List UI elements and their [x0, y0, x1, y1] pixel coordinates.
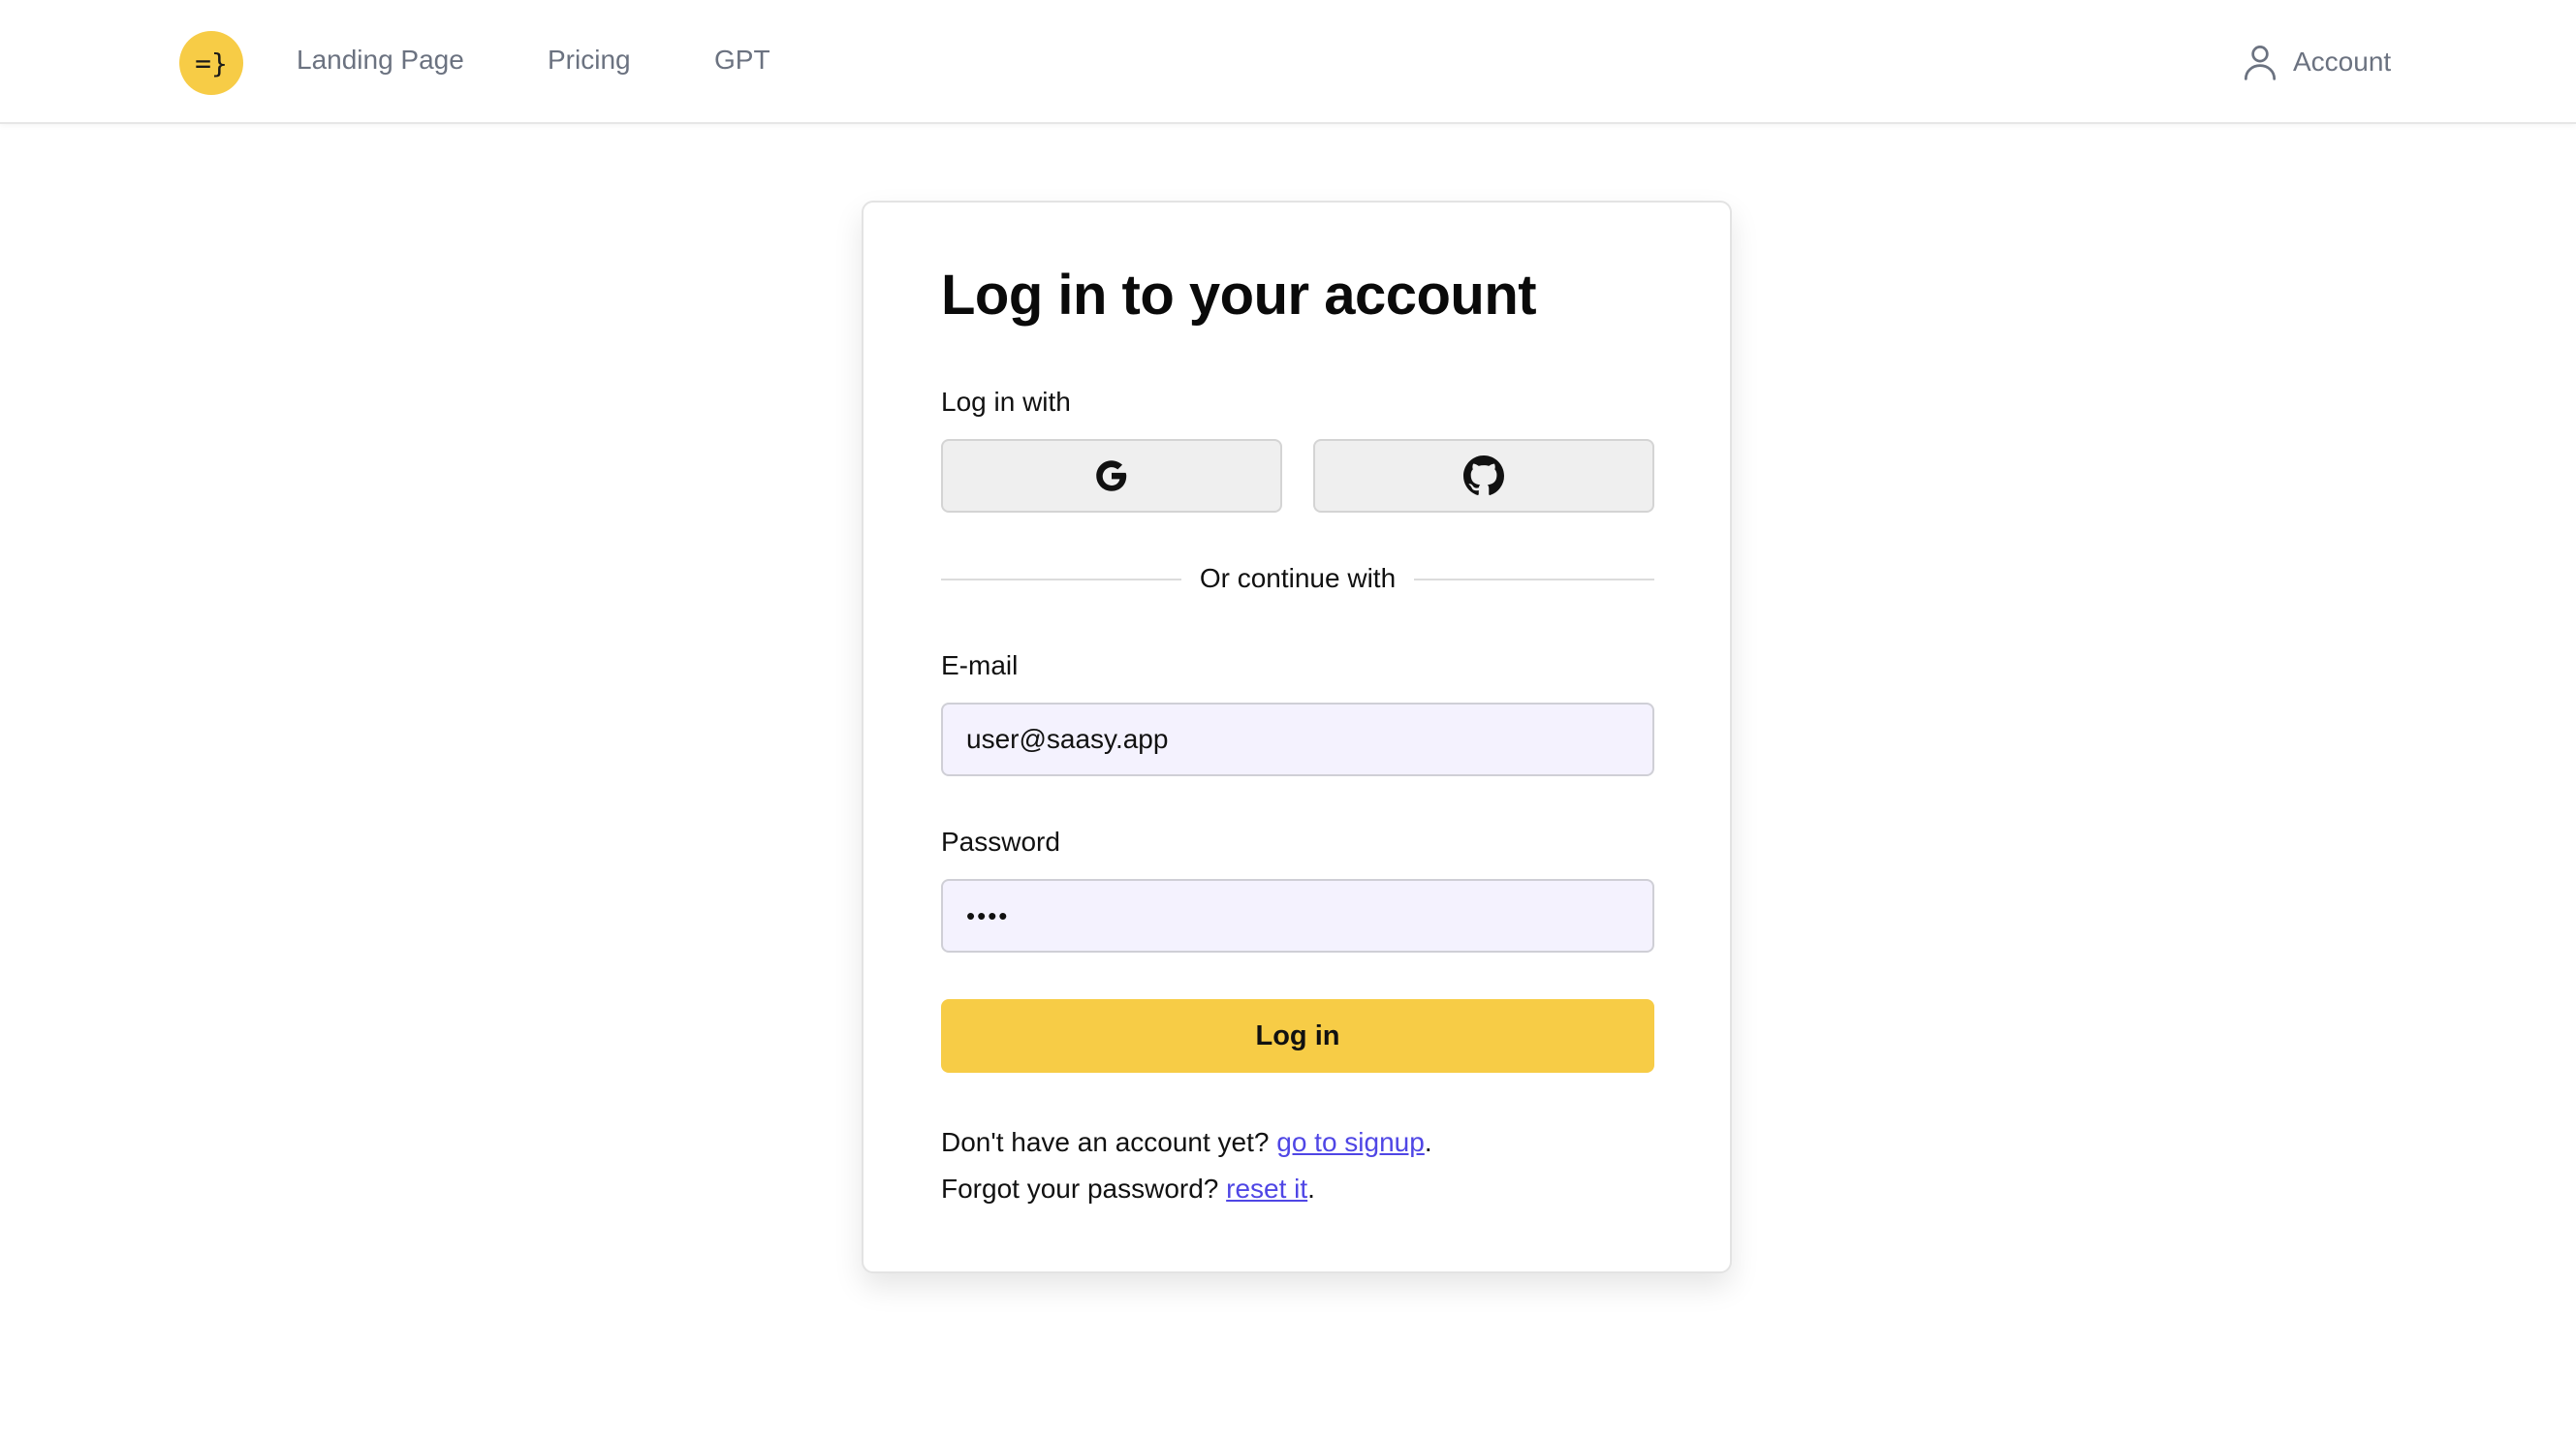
github-login-button[interactable]: [1313, 439, 1654, 513]
forgot-period: .: [1307, 1174, 1315, 1204]
page-title: Log in to your account: [941, 264, 1537, 327]
forgot-prompt-text: Forgot your password?: [941, 1174, 1227, 1204]
top-nav: =} Landing Page Pricing GPT Account: [0, 0, 2576, 124]
password-value: ••••: [966, 900, 1010, 930]
login-card: Log in to your account Log in with Or co…: [862, 201, 1732, 1273]
login-button[interactable]: Log in: [941, 999, 1654, 1073]
google-login-button[interactable]: [941, 439, 1282, 513]
signup-link[interactable]: go to signup: [1276, 1127, 1425, 1157]
logo[interactable]: =}: [179, 31, 243, 95]
user-icon: [2244, 46, 2277, 80]
signup-period: .: [1424, 1127, 1432, 1157]
password-field[interactable]: ••••: [941, 879, 1654, 953]
account-label: Account: [2293, 47, 2392, 77]
github-icon: [1463, 455, 1504, 495]
divider-label: Or continue with: [1183, 563, 1412, 593]
email-field[interactable]: [941, 703, 1654, 776]
divider-text: Or continue with: [941, 563, 1654, 594]
signup-prompt: Don't have an account yet? go to signup.: [941, 1127, 1432, 1158]
password-label: Password: [941, 827, 1060, 857]
nav-link-pricing[interactable]: Pricing: [548, 45, 631, 76]
reset-password-link[interactable]: reset it: [1226, 1174, 1307, 1204]
account-button[interactable]: Account: [2239, 41, 2391, 83]
forgot-password-prompt: Forgot your password? reset it.: [941, 1174, 1315, 1205]
nav-link-landing-page[interactable]: Landing Page: [297, 45, 464, 76]
email-label: E-mail: [941, 650, 1019, 680]
login-with-label: Log in with: [941, 387, 1071, 417]
signup-prompt-text: Don't have an account yet?: [941, 1127, 1277, 1157]
google-icon: [1096, 460, 1127, 491]
nav-link-gpt[interactable]: GPT: [714, 45, 770, 76]
